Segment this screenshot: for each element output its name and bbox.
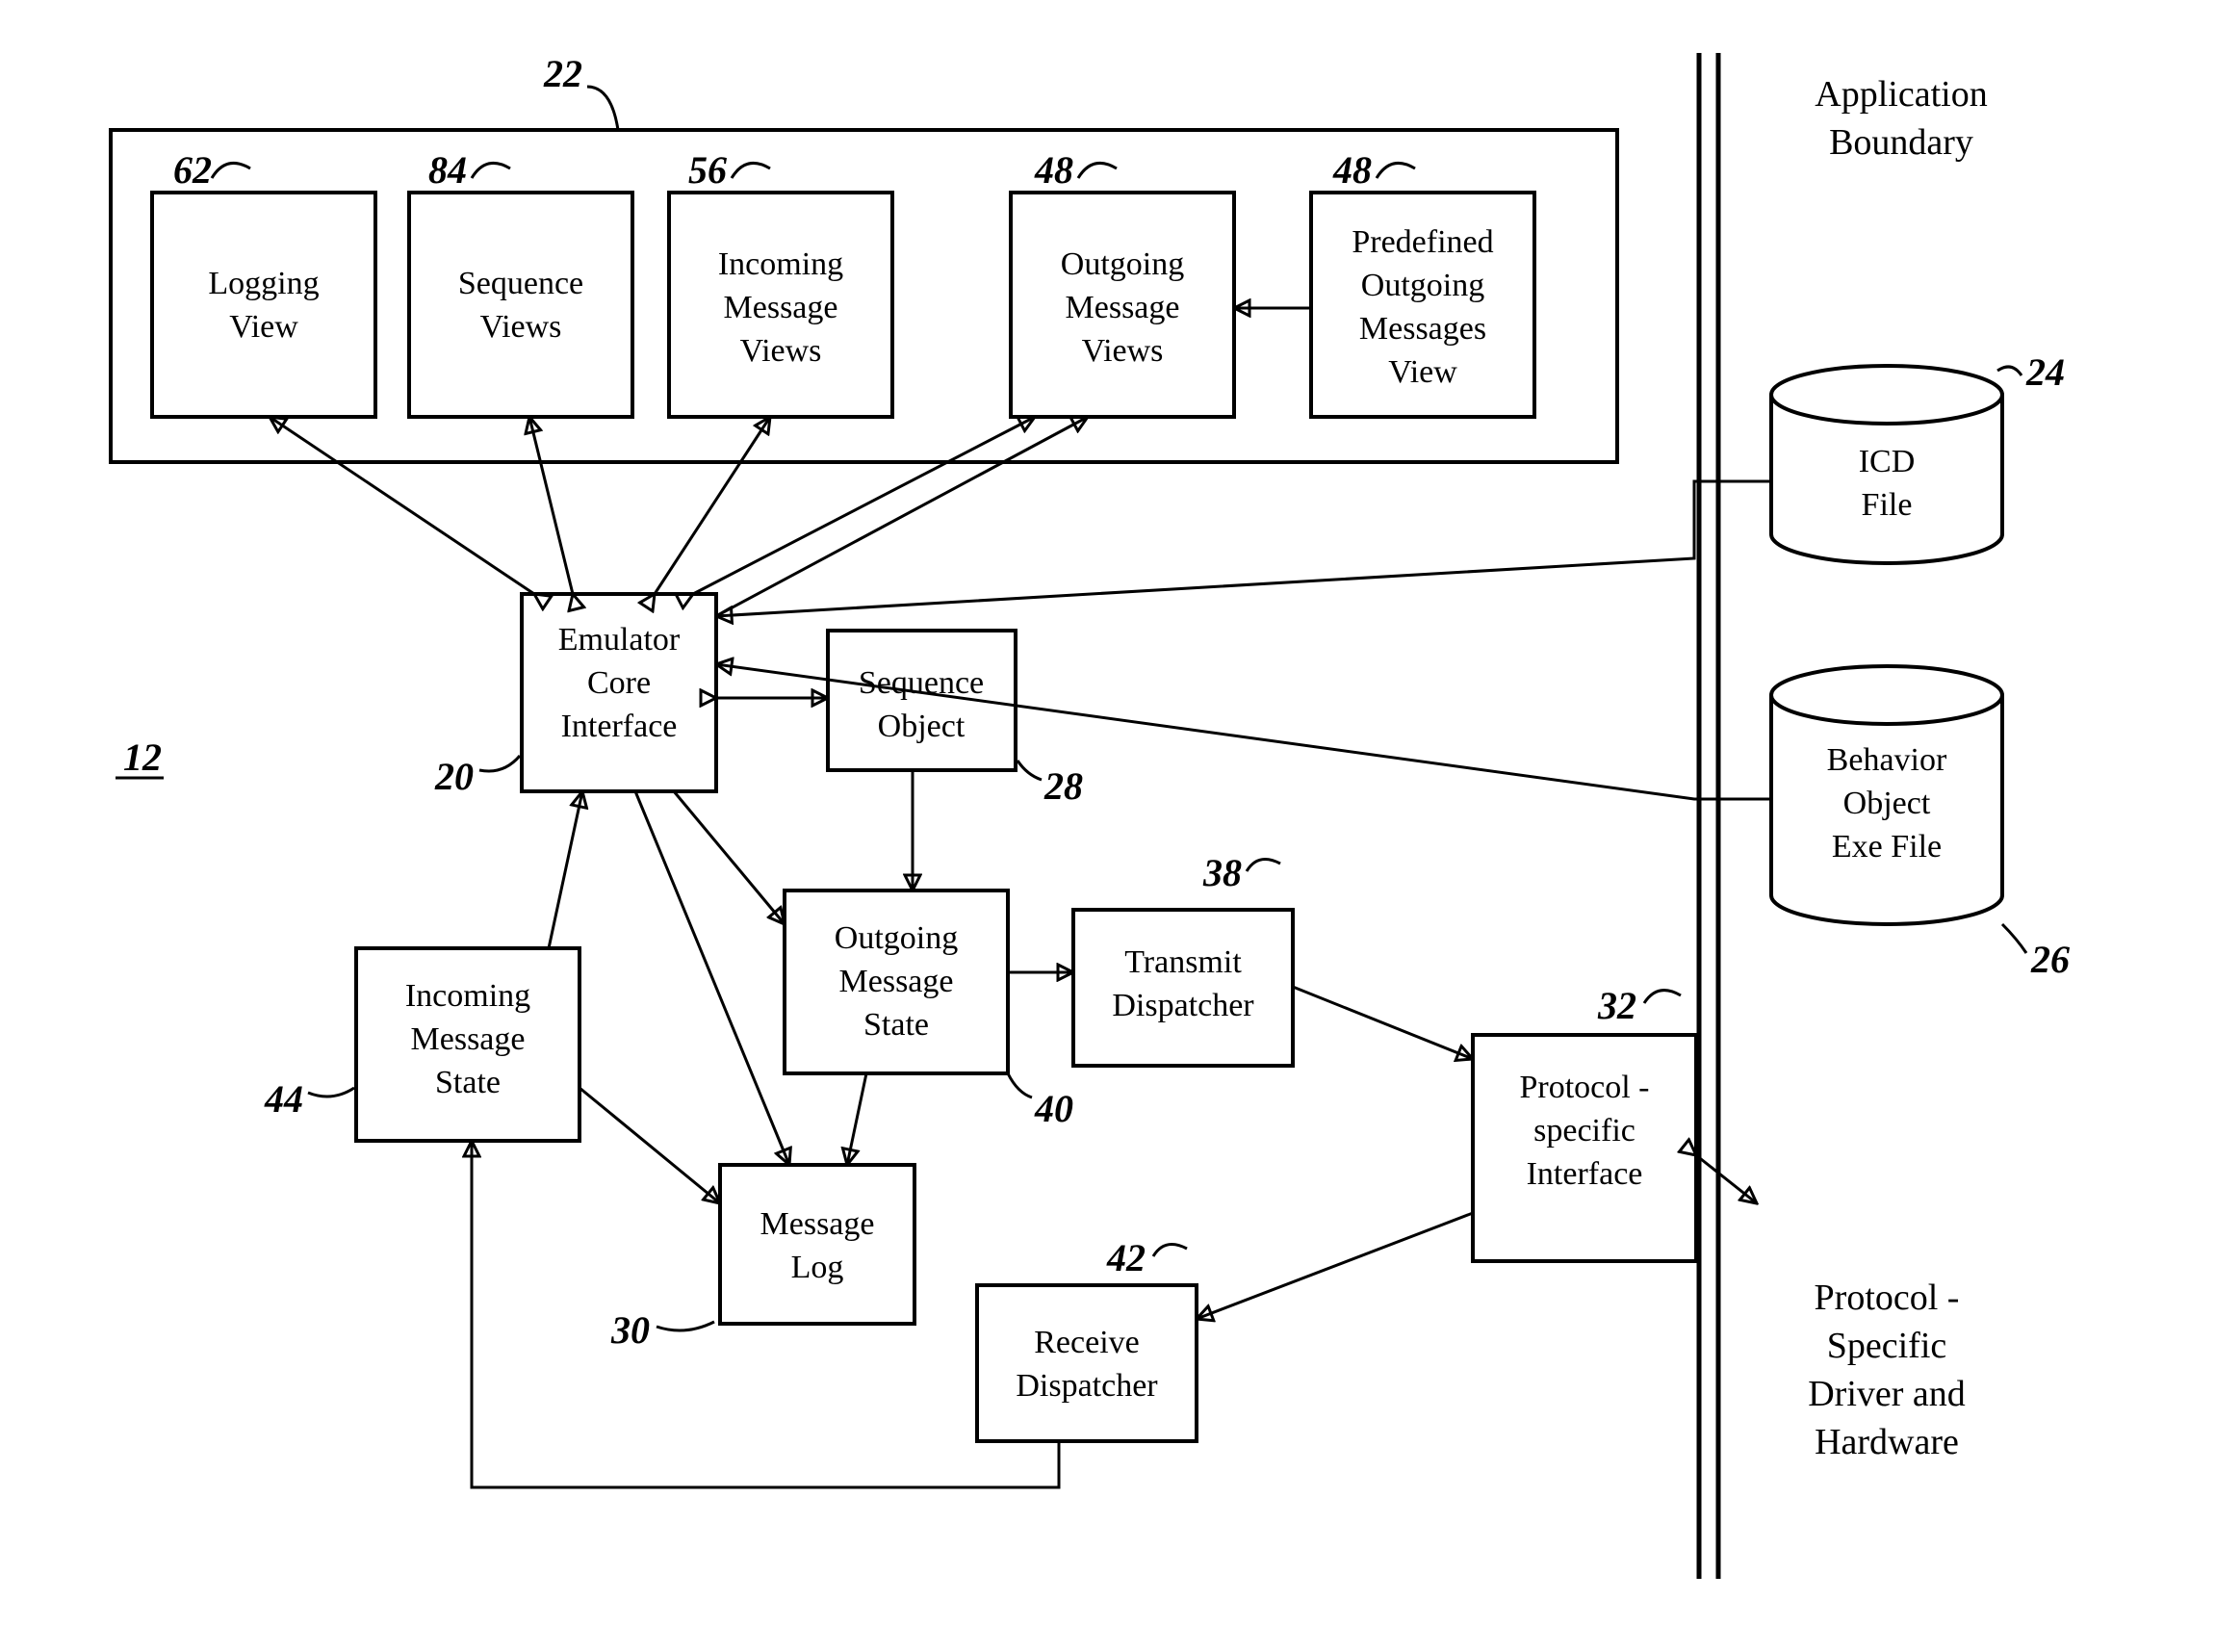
- ref-incoming-views: 56: [688, 148, 727, 192]
- behavior-file-line1: Behavior: [1827, 742, 1947, 778]
- ref-transmit-dispatcher: 38: [1202, 851, 1242, 894]
- cylinder-icd-file: ICD File: [1771, 366, 2002, 563]
- predefined-views-line2: Outgoing: [1361, 268, 1484, 303]
- protocol-interface-line2: specific: [1533, 1113, 1635, 1149]
- protocol-interface-line3: Interface: [1527, 1156, 1643, 1192]
- box-logging-view: Logging View: [152, 193, 375, 417]
- incoming-state-line2: Message: [411, 1021, 526, 1057]
- ref-outgoing-views: 48: [1034, 148, 1073, 192]
- transmit-dispatcher-line2: Dispatcher: [1112, 988, 1254, 1023]
- emulator-core-line1: Emulator: [558, 622, 681, 658]
- ref-receive-dispatcher: 42: [1106, 1236, 1146, 1279]
- protocol-interface-line1: Protocol -: [1519, 1070, 1649, 1105]
- outgoing-views-line2: Message: [1066, 290, 1180, 325]
- incoming-state-line1: Incoming: [405, 978, 530, 1014]
- sequence-views-line2: Views: [480, 309, 562, 345]
- cylinder-behavior-file: Behavior Object Exe File: [1771, 666, 2002, 924]
- ref-behavior-file: 26: [2030, 938, 2070, 981]
- application-boundary-line2: Boundary: [1829, 122, 1973, 163]
- incoming-views-line3: Views: [740, 333, 822, 369]
- predefined-views-line1: Predefined: [1352, 224, 1493, 260]
- diagram-root: Logging View Sequence Views Incoming Mes…: [0, 0, 2215, 1652]
- icd-file-line1: ICD: [1859, 444, 1916, 479]
- protocol-driver-line1: Protocol -: [1815, 1278, 1960, 1318]
- receive-dispatcher-line2: Dispatcher: [1016, 1368, 1158, 1404]
- outgoing-state-line2: Message: [839, 964, 954, 999]
- box-predefined-views: Predefined Outgoing Messages View: [1311, 193, 1534, 417]
- label-protocol-driver: Protocol - Specific Driver and Hardware: [1808, 1278, 1966, 1462]
- protocol-driver-line2: Specific: [1827, 1326, 1947, 1366]
- ref-logging-view: 62: [173, 148, 212, 192]
- ref-message-log: 30: [610, 1308, 650, 1352]
- outgoing-views-line3: Views: [1082, 333, 1164, 369]
- ref-sequence-views: 84: [428, 148, 467, 192]
- ref-incoming-state: 44: [264, 1077, 303, 1121]
- ref-outgoing-state: 40: [1034, 1087, 1073, 1130]
- message-log-line1: Message: [760, 1206, 875, 1242]
- incoming-state-line3: State: [435, 1065, 501, 1100]
- behavior-file-line2: Object: [1843, 786, 1931, 821]
- box-transmit-dispatcher: Transmit Dispatcher: [1073, 910, 1293, 1066]
- outgoing-views-line1: Outgoing: [1061, 246, 1184, 282]
- outgoing-state-line3: State: [863, 1007, 929, 1043]
- ref-sequence-object: 28: [1043, 764, 1083, 808]
- ref-emulator-core: 20: [434, 755, 474, 798]
- transmit-dispatcher-line1: Transmit: [1124, 944, 1242, 980]
- emulator-core-line3: Interface: [561, 709, 678, 744]
- predefined-views-line4: View: [1388, 354, 1457, 390]
- box-sequence-views: Sequence Views: [409, 193, 632, 417]
- box-incoming-views: Incoming Message Views: [669, 193, 892, 417]
- ref-top-container: 22: [543, 52, 582, 95]
- box-outgoing-views: Outgoing Message Views: [1011, 193, 1234, 417]
- incoming-views-line2: Message: [724, 290, 838, 325]
- icd-file-line2: File: [1862, 487, 1913, 523]
- sequence-object-line2: Object: [878, 709, 966, 744]
- box-message-log: Message Log: [720, 1165, 914, 1324]
- box-incoming-state: Incoming Message State: [356, 948, 580, 1141]
- incoming-views-line1: Incoming: [718, 246, 843, 282]
- box-receive-dispatcher: Receive Dispatcher: [977, 1285, 1197, 1441]
- sequence-views-line1: Sequence: [458, 266, 583, 301]
- box-outgoing-state: Outgoing Message State: [785, 891, 1008, 1073]
- receive-dispatcher-line1: Receive: [1034, 1325, 1140, 1360]
- protocol-driver-line3: Driver and: [1808, 1374, 1966, 1414]
- logging-view-line1: Logging: [208, 266, 319, 301]
- application-boundary-line1: Application: [1815, 74, 1987, 115]
- box-protocol-interface: Protocol - specific Interface: [1473, 1035, 1696, 1261]
- box-emulator-core: Emulator Core Interface: [522, 594, 716, 791]
- protocol-driver-line4: Hardware: [1815, 1422, 1959, 1462]
- label-application-boundary: Application Boundary: [1815, 74, 1987, 163]
- application-boundary-line: [1699, 53, 1718, 1579]
- behavior-file-line3: Exe File: [1832, 829, 1942, 865]
- ref-overall: 12: [123, 736, 162, 779]
- ref-protocol-interface: 32: [1597, 984, 1636, 1027]
- message-log-line2: Log: [791, 1250, 844, 1285]
- ref-icd-file: 24: [2025, 350, 2065, 394]
- emulator-core-line2: Core: [587, 665, 651, 701]
- ref-predefined-views: 48: [1332, 148, 1372, 192]
- sequence-object-line1: Sequence: [859, 665, 984, 701]
- logging-view-line2: View: [229, 309, 298, 345]
- predefined-views-line3: Messages: [1359, 311, 1486, 347]
- outgoing-state-line1: Outgoing: [835, 920, 958, 956]
- connectors: [270, 308, 1771, 1487]
